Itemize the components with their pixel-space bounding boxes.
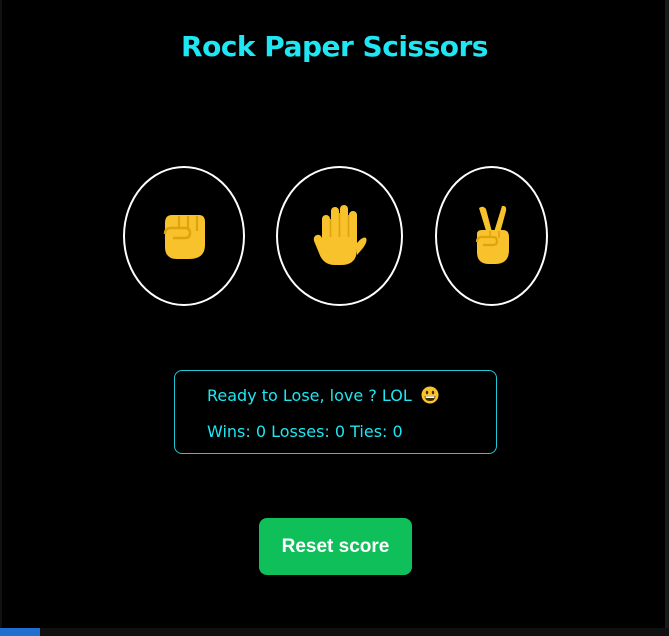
result-message-row: Ready to Lose, love ? LOL xyxy=(207,386,439,405)
grinning-face-icon xyxy=(421,386,439,404)
taskbar-accent xyxy=(0,628,40,636)
rock-button[interactable] xyxy=(123,166,245,306)
raised-hand-icon xyxy=(313,205,367,265)
paper-button[interactable] xyxy=(276,166,403,306)
reset-score-button[interactable]: Reset score xyxy=(259,518,412,575)
score-text: Wins: 0 Losses: 0 Ties: 0 xyxy=(207,422,403,441)
raised-fist-icon xyxy=(163,215,205,259)
victory-hand-icon xyxy=(475,205,509,264)
window-edge-left xyxy=(0,0,2,636)
result-message: Ready to Lose, love ? LOL xyxy=(207,386,412,405)
result-panel: Ready to Lose, love ? LOL Wins: 0 Losses… xyxy=(174,370,497,454)
game-screen: Rock Paper Scissors Ready to Lose, love … xyxy=(0,0,669,636)
window-edge-right xyxy=(665,0,669,636)
scissors-button[interactable] xyxy=(435,166,548,306)
taskbar-edge xyxy=(0,628,669,636)
page-title: Rock Paper Scissors xyxy=(181,30,488,63)
